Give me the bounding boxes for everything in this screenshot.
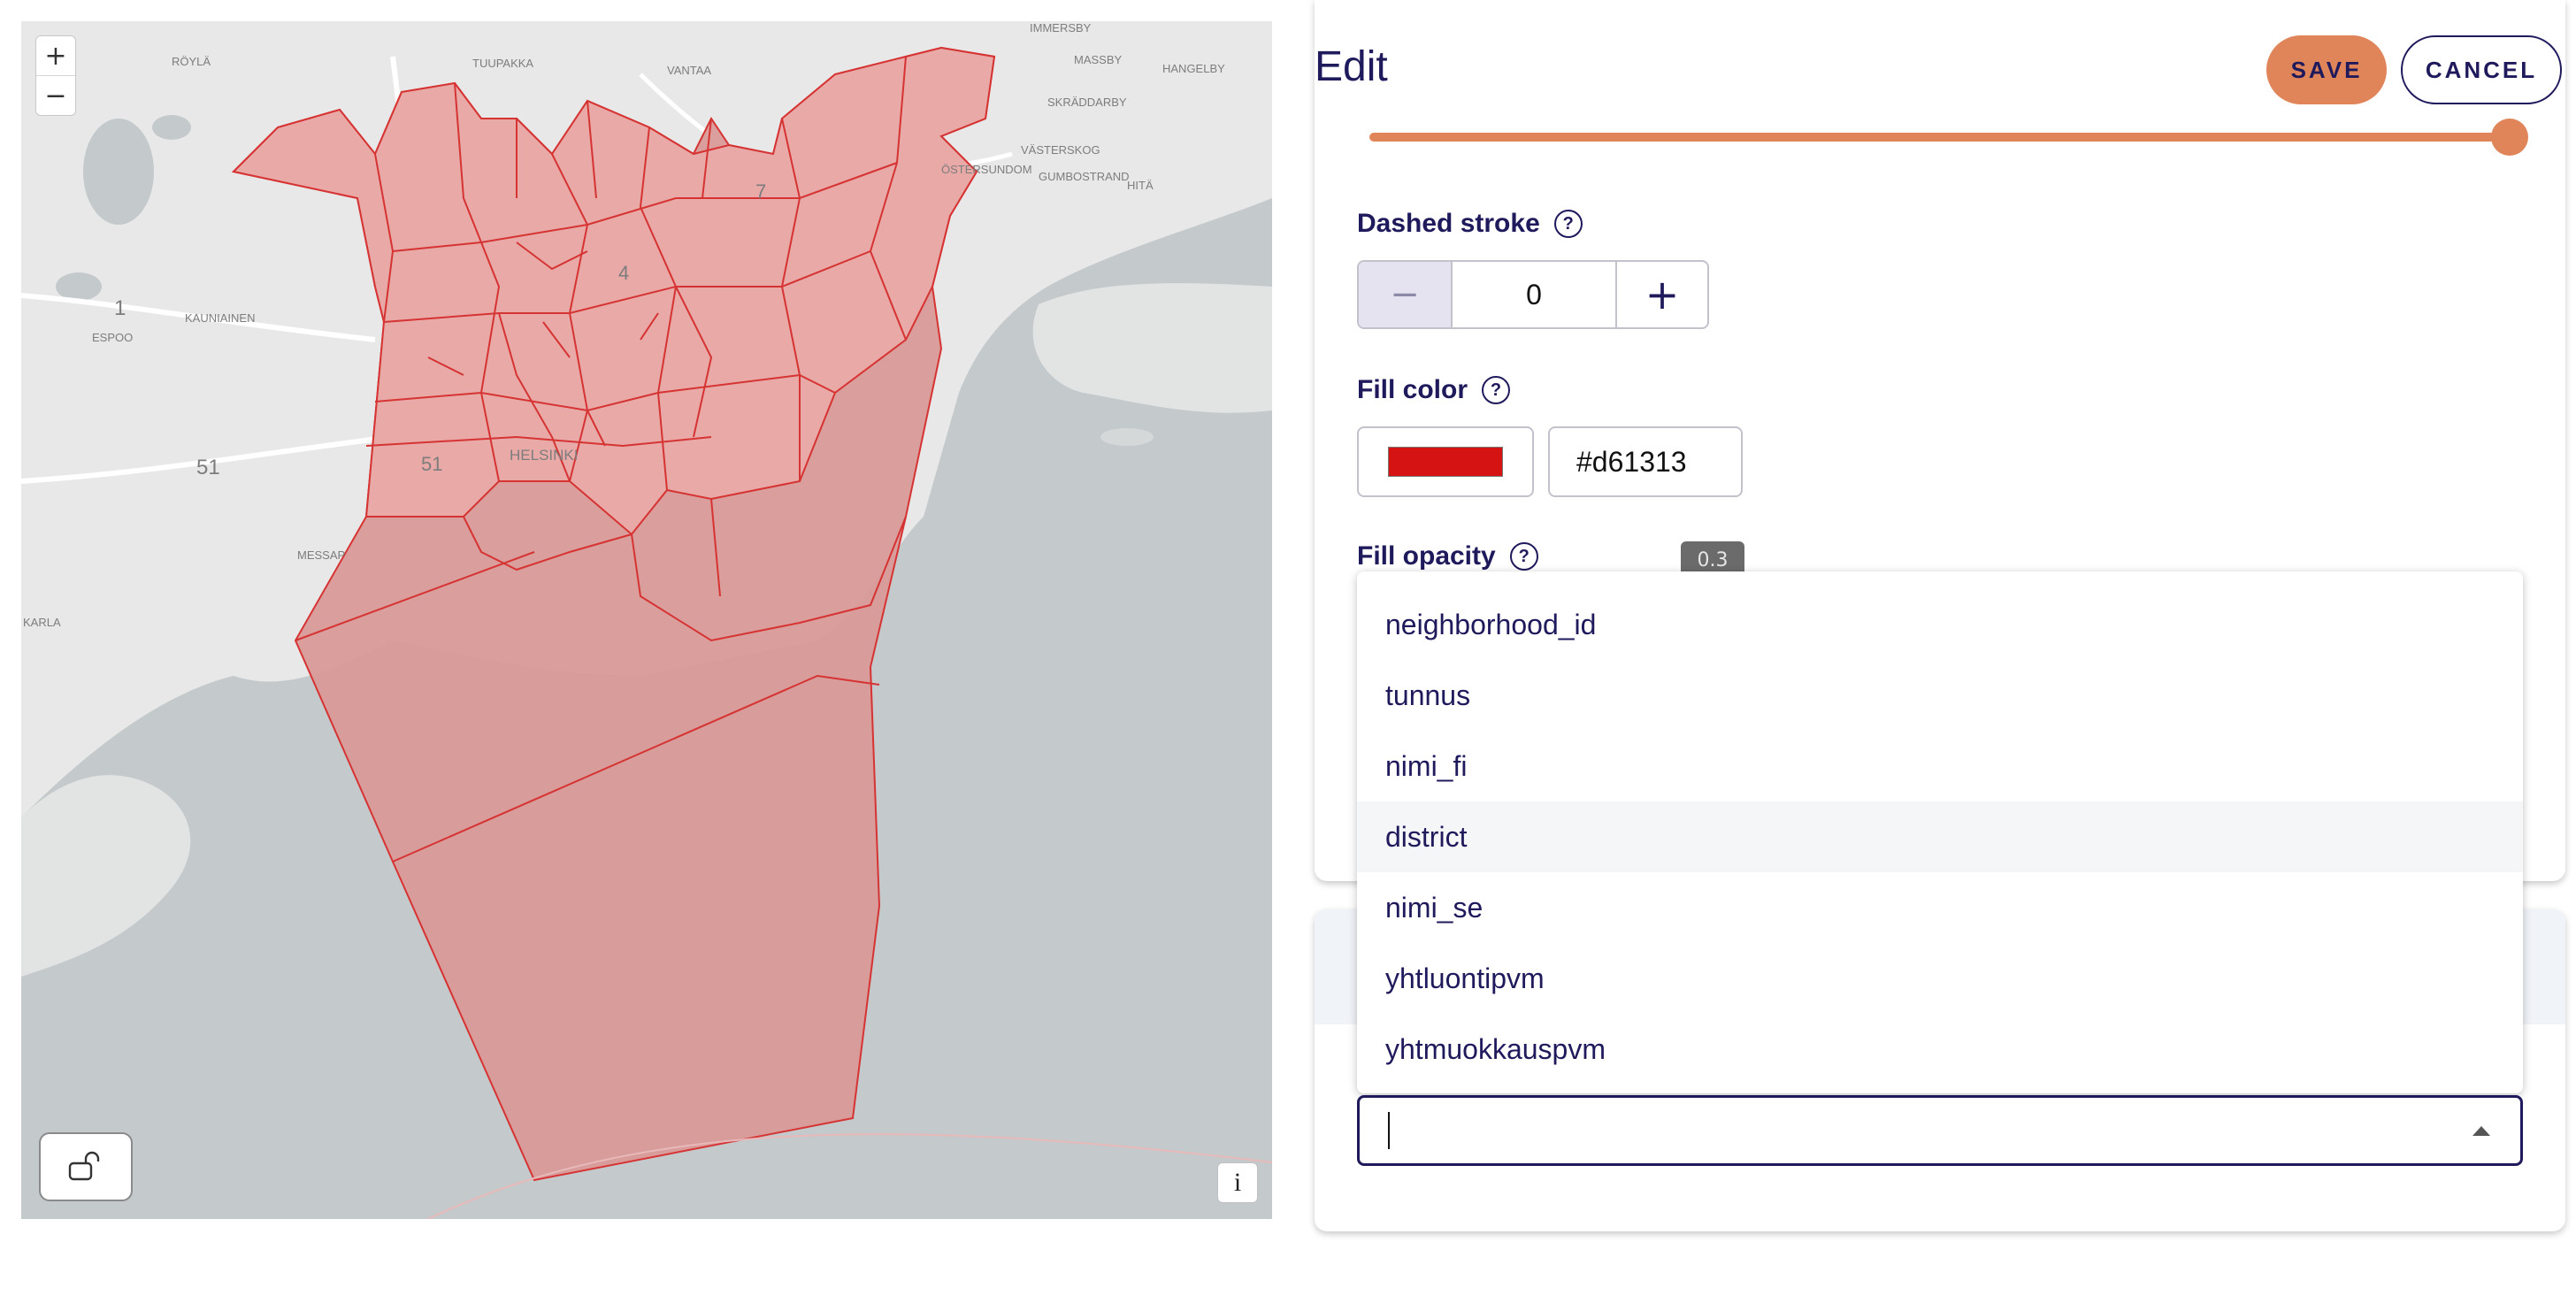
- slider-handle[interactable]: [2491, 119, 2528, 156]
- chevron-up-icon[interactable]: [2472, 1126, 2490, 1136]
- map-label: IMMERSBY: [1030, 21, 1092, 34]
- land-area: [21, 775, 191, 977]
- map-label: HELSINKI: [510, 447, 578, 464]
- map-label: 51: [196, 456, 220, 479]
- map-view[interactable]: RÖYLÄ TUUPAKKA VANTAA IMMERSBY MASSBY HA…: [21, 21, 1272, 1219]
- map-label: 7: [755, 180, 766, 203]
- map-label: VÄSTERSKOG: [1021, 143, 1100, 157]
- lake: [83, 119, 154, 225]
- land-area: [1032, 283, 1272, 413]
- dashed-stroke-label: Dashed stroke ?: [1357, 209, 1583, 239]
- map-label: 51: [421, 453, 442, 475]
- save-button[interactable]: SAVE: [2266, 35, 2387, 104]
- map-info-button[interactable]: i: [1217, 1162, 1258, 1203]
- dropdown-option[interactable]: yhtluontipvm: [1357, 943, 2523, 1014]
- lake: [1100, 428, 1154, 446]
- page-title: Edit: [1315, 43, 1388, 90]
- help-icon[interactable]: ?: [1509, 542, 1538, 571]
- map-label: MASSBY: [1074, 53, 1123, 66]
- zoom-in-button[interactable]: +: [36, 36, 75, 75]
- dropdown-option[interactable]: tunnus: [1357, 660, 2523, 731]
- map-label: ÖSTERSUNDOM: [941, 163, 1032, 176]
- color-swatch: [1388, 447, 1503, 477]
- cancel-button[interactable]: CANCEL: [2401, 35, 2562, 104]
- fill-color-label: Fill color ?: [1357, 375, 1511, 405]
- map-label: VANTAA: [667, 64, 711, 77]
- dropdown-option[interactable]: yhtmuokkauspvm: [1357, 1014, 2523, 1085]
- attribute-select-input[interactable]: [1357, 1095, 2523, 1166]
- dashed-stroke-stepper: − 0 +: [1357, 260, 1709, 329]
- map-label: SKRÄDDARBY: [1047, 96, 1127, 109]
- map-label: ESPOO: [92, 331, 133, 344]
- fill-color-label-text: Fill color: [1357, 375, 1468, 404]
- stroke-width-slider[interactable]: [1369, 133, 2511, 142]
- unlock-map-button[interactable]: [39, 1132, 133, 1201]
- dropdown-option[interactable]: neighborhood_id: [1357, 589, 2523, 660]
- fill-color-hex-input[interactable]: #d61313: [1548, 426, 1743, 497]
- increment-button[interactable]: +: [1615, 262, 1707, 327]
- map-label: MESSAP: [297, 548, 345, 562]
- lake: [152, 115, 191, 140]
- map-label: KARLA: [23, 616, 61, 629]
- zoom-control: + −: [35, 35, 76, 116]
- fill-opacity-label-text: Fill opacity: [1357, 541, 1496, 571]
- unlock-icon: [68, 1151, 100, 1181]
- fill-opacity-label: Fill opacity ?: [1357, 541, 1538, 571]
- map-label: KAUNIAINEN: [185, 311, 255, 325]
- help-icon[interactable]: ?: [1482, 376, 1511, 404]
- help-icon[interactable]: ?: [1553, 210, 1583, 238]
- lake: [56, 272, 102, 301]
- map-label: 1: [114, 296, 126, 320]
- map-canvas[interactable]: RÖYLÄ TUUPAKKA VANTAA IMMERSBY MASSBY HA…: [21, 21, 1272, 1219]
- map-label: TUUPAKKA: [472, 57, 533, 70]
- dropdown-option-highlighted[interactable]: district: [1357, 801, 2523, 872]
- map-label: GUMBOSTRAND: [1039, 170, 1130, 183]
- decrement-button[interactable]: −: [1359, 262, 1453, 327]
- text-cursor: [1388, 1112, 1390, 1149]
- dropdown-option[interactable]: nimi_se: [1357, 872, 2523, 943]
- map-label: 4: [618, 262, 629, 284]
- attribute-dropdown-menu: neighborhood_id tunnus nimi_fi district …: [1357, 571, 2523, 1093]
- dropdown-option[interactable]: nimi_fi: [1357, 731, 2523, 801]
- map-label: HITÄ: [1127, 179, 1154, 192]
- color-picker-button[interactable]: [1357, 426, 1534, 497]
- dashed-stroke-value[interactable]: 0: [1453, 262, 1615, 327]
- zoom-out-button[interactable]: −: [36, 75, 75, 115]
- dashed-stroke-label-text: Dashed stroke: [1357, 209, 1540, 238]
- map-label: HANGELBY: [1162, 62, 1225, 75]
- map-label: RÖYLÄ: [172, 55, 211, 68]
